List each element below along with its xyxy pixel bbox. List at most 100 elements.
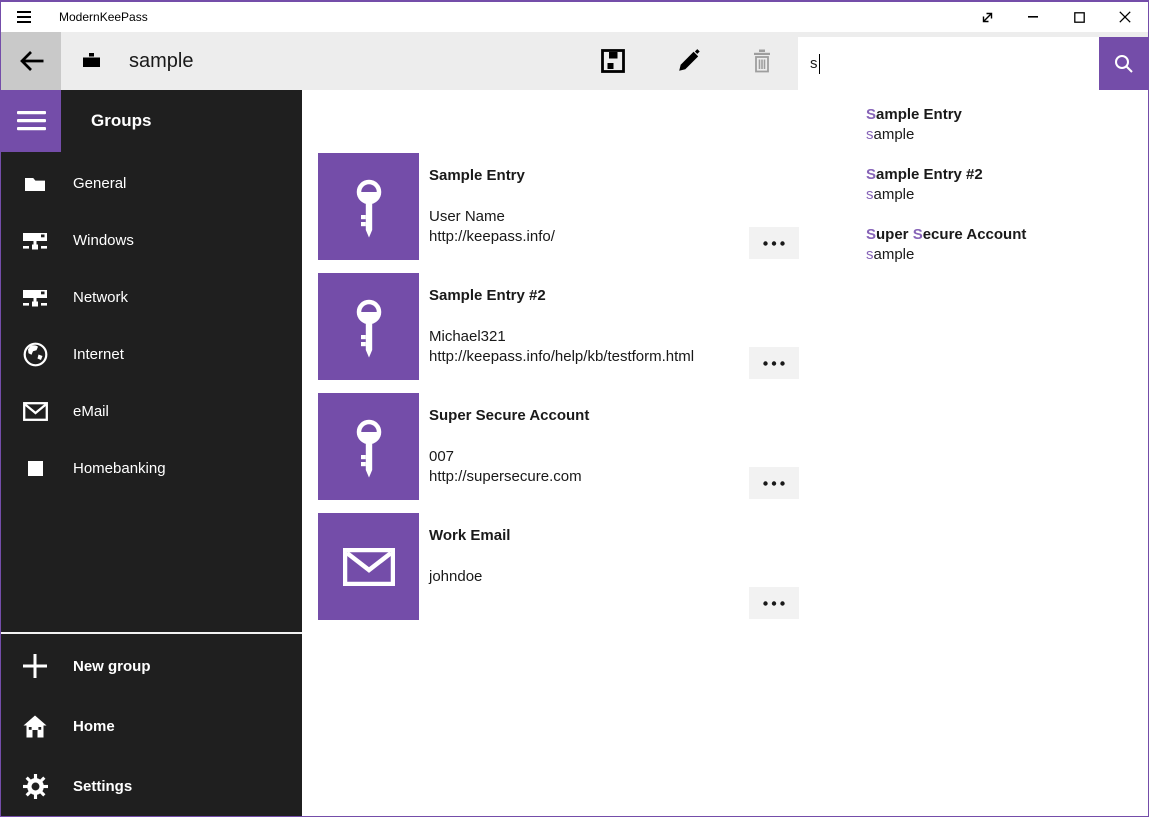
titlebar: ModernKeePass <box>1 2 1148 32</box>
entry-url: http://keepass.info/help/kb/testform.htm… <box>429 347 694 367</box>
key-icon <box>347 295 391 359</box>
entry-title: Sample Entry #2 <box>429 287 694 304</box>
home-icon <box>21 715 49 738</box>
sidebar-footer: New group Home Settings <box>1 632 302 816</box>
nav-toggle-button[interactable] <box>1 90 61 152</box>
fullscreen-icon <box>980 10 995 25</box>
trash-icon <box>751 49 773 73</box>
entry-username: Michael321 <box>429 327 694 347</box>
back-button[interactable] <box>1 32 61 90</box>
suggestion-title: Sample Entry #2 <box>866 165 1134 185</box>
minimize-button[interactable] <box>1010 2 1056 32</box>
entry-username: johndoe <box>429 567 510 587</box>
back-arrow-icon <box>18 48 45 74</box>
search-suggestions-dropdown: Sample Entry sample Sample Entry #2 samp… <box>852 90 1148 285</box>
entry-username: 007 <box>429 447 589 467</box>
search-suggestion[interactable]: Sample Entry sample <box>852 95 1148 155</box>
app-window: ModernKeePass sample <box>0 0 1149 817</box>
appbar: sample s <box>1 32 1148 90</box>
ellipsis-icon <box>763 361 785 366</box>
more-button[interactable] <box>749 587 799 619</box>
gear-icon <box>21 774 49 799</box>
search-input[interactable]: s <box>798 37 1099 90</box>
delete-button[interactable] <box>738 32 786 90</box>
sidebar-item-homebanking[interactable]: Homebanking <box>1 440 302 497</box>
network-icon <box>21 232 49 250</box>
sidebar-item-home[interactable]: Home <box>1 696 302 756</box>
sidebar-item-label: Homebanking <box>73 460 166 477</box>
folder-icon <box>21 175 49 192</box>
entry-row-super-secure-account[interactable]: Super Secure Account 007 http://supersec… <box>318 393 800 500</box>
ellipsis-icon <box>763 241 785 246</box>
search-suggestion[interactable]: Sample Entry #2 sample <box>852 155 1148 215</box>
sidebar-item-settings[interactable]: Settings <box>1 756 302 816</box>
hamburger-icon[interactable] <box>17 11 31 23</box>
globe-icon <box>21 342 49 367</box>
suggestion-title: Sample Entry <box>866 105 1134 125</box>
sidebar-item-internet[interactable]: Internet <box>1 326 302 383</box>
square-icon <box>21 461 49 476</box>
sidebar-item-windows[interactable]: Windows <box>1 212 302 269</box>
suggestion-subtitle: sample <box>866 245 1134 265</box>
more-button[interactable] <box>749 347 799 379</box>
entry-tile <box>318 513 419 620</box>
close-icon <box>1119 11 1131 23</box>
window-controls <box>964 2 1148 32</box>
sidebar-item-label: General <box>73 175 126 192</box>
entry-row-work-email[interactable]: Work Email johndoe <box>318 513 800 620</box>
sidebar-item-label: Home <box>73 718 115 735</box>
text-caret <box>819 54 821 74</box>
sidebar-item-new-group[interactable]: New group <box>1 636 302 696</box>
sidebar-item-label: eMail <box>73 403 109 420</box>
entry-title: Sample Entry <box>429 167 555 184</box>
suggestion-subtitle: sample <box>866 125 1134 145</box>
entry-url: http://supersecure.com <box>429 467 589 487</box>
entry-url: http://keepass.info/ <box>429 227 555 247</box>
sidebar: Groups General Windows Network <box>1 90 302 816</box>
entry-username: User Name <box>429 207 555 227</box>
more-button[interactable] <box>749 227 799 259</box>
entry-title: Work Email <box>429 527 510 544</box>
suggestion-title: Super Secure Account <box>866 225 1134 245</box>
maximize-icon <box>1074 12 1085 23</box>
search-button[interactable] <box>1099 37 1148 90</box>
search-query-text: s <box>810 55 818 72</box>
entry-title: Super Secure Account <box>429 407 589 424</box>
minimize-icon <box>1028 16 1038 18</box>
sidebar-item-general[interactable]: General <box>1 155 302 212</box>
entry-tile <box>318 153 419 260</box>
key-icon <box>347 175 391 239</box>
search-icon <box>1114 54 1133 73</box>
close-button[interactable] <box>1102 2 1148 32</box>
plus-icon <box>21 654 49 678</box>
sidebar-item-email[interactable]: eMail <box>1 383 302 440</box>
app-title: ModernKeePass <box>59 10 148 24</box>
more-button[interactable] <box>749 467 799 499</box>
sidebar-item-label: Settings <box>73 778 132 795</box>
fullscreen-button[interactable] <box>964 2 1010 32</box>
mail-icon <box>21 402 49 421</box>
edit-button[interactable] <box>665 32 713 90</box>
sidebar-item-label: New group <box>73 658 151 675</box>
group-list: General Windows Network Internet <box>1 152 302 497</box>
database-title: sample <box>129 32 193 90</box>
database-icon <box>83 53 100 67</box>
network-icon <box>21 289 49 307</box>
entry-tile <box>318 273 419 380</box>
suggestion-subtitle: sample <box>866 185 1134 205</box>
ellipsis-icon <box>763 481 785 486</box>
save-icon <box>600 48 626 74</box>
sidebar-item-label: Internet <box>73 346 124 363</box>
ellipsis-icon <box>763 601 785 606</box>
mail-icon <box>343 548 395 586</box>
edit-pencil-icon <box>677 49 701 73</box>
entry-row-sample-entry-2[interactable]: Sample Entry #2 Michael321 http://keepas… <box>318 273 800 380</box>
hamburger-icon <box>17 111 46 131</box>
entry-tile <box>318 393 419 500</box>
search-suggestion[interactable]: Super Secure Account sample <box>852 215 1148 275</box>
save-button[interactable] <box>589 32 637 90</box>
entry-row-sample-entry[interactable]: Sample Entry User Name http://keepass.in… <box>318 153 800 260</box>
maximize-button[interactable] <box>1056 2 1102 32</box>
sidebar-item-network[interactable]: Network <box>1 269 302 326</box>
groups-header: Groups <box>91 90 151 152</box>
